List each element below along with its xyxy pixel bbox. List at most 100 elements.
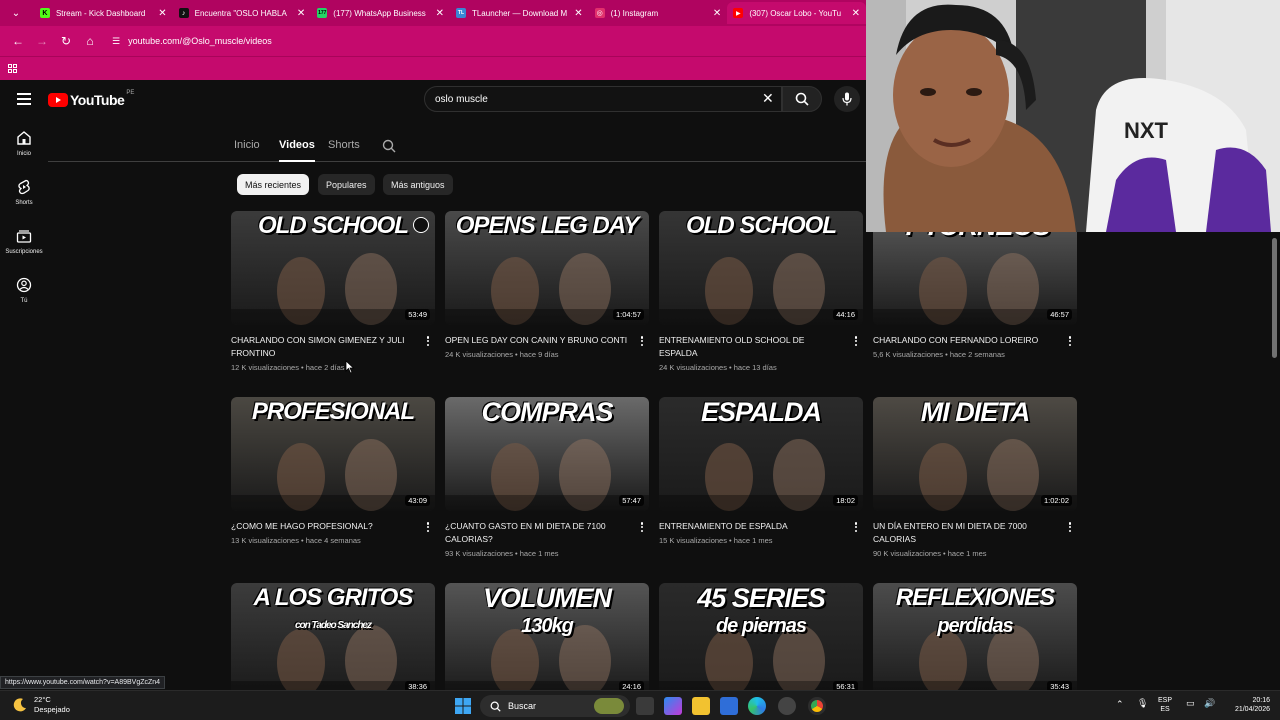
video-card[interactable]: A LOS GRITOS con Tadeo Sanchez 38:36 [231,583,435,697]
reload-icon[interactable]: ↻ [56,31,76,51]
volume-icon[interactable]: 🔊 [1204,699,1215,708]
clock[interactable]: 20:16 21/04/2026 [1224,696,1270,714]
tab-search-chevron-icon[interactable]: ⌄ [8,5,24,21]
more-actions-icon[interactable] [1065,520,1075,534]
site-info-icon[interactable]: ☰ [112,36,120,47]
video-card[interactable]: MI DIETA 1:02:02 UN DÍA ENTERO EN MI DIETA… [873,397,1077,558]
webcam-overlay: NXT [866,0,1280,232]
video-card[interactable]: PROFESIONAL 43:09 ¿COMO ME HAGO PROFESIONA… [231,397,435,545]
tab-videos[interactable]: Videos [279,139,315,162]
back-arrow-icon[interactable]: ← [8,31,28,51]
video-title[interactable]: CHARLANDO CON SIMON GIMENEZ Y JULI FRONT… [231,334,435,360]
file-explorer-icon[interactable] [692,697,710,715]
video-card[interactable]: VOLUMEN 130kg 24:16 [445,583,649,697]
video-thumbnail[interactable]: OPENS LEG DAY 1:04:57 [445,211,649,325]
bookmarks-bar [0,56,866,80]
rail-item-inicio[interactable]: Inicio [0,130,48,174]
apps-grid-icon[interactable] [8,64,17,73]
video-thumbnail[interactable]: OLD SCHOOL 44:16 [659,211,863,325]
more-actions-icon[interactable] [637,334,647,348]
video-card[interactable]: OPENS LEG DAY 1:04:57 OPEN LEG DAY con CAN… [445,211,649,359]
video-title[interactable]: CHARLANDO CON FERNANDO LOREIRO [873,334,1077,347]
video-card[interactable]: REFLEXIONES perdidas 35:43 [873,583,1077,697]
video-card[interactable]: OLD SCHOOL 53:49 CHARLANDO CON SIMON GIMEN… [231,211,435,372]
close-tab-icon[interactable]: ✕ [574,8,582,19]
tab-instagram[interactable]: ◎ (1) Instagram ✕ [589,2,728,24]
moon-icon [13,698,26,712]
instagram-favicon-icon: ◎ [594,8,605,18]
rail-item-suscripciones[interactable]: Suscripciones [0,228,48,272]
scrollbar-thumb[interactable] [1272,238,1277,358]
edge-icon[interactable] [748,697,766,715]
more-actions-icon[interactable] [637,520,647,534]
microsoft-store-icon[interactable] [720,697,738,715]
more-actions-icon[interactable] [423,520,433,534]
more-actions-icon[interactable] [423,334,433,348]
video-card[interactable]: COMPRAS 57:47 ¿CUANTO GASTO EN MI DIETA DE… [445,397,649,558]
video-title[interactable]: OPEN LEG DAY con CANIN y BRUNO CONTI [445,334,649,347]
language-indicator[interactable]: ESP ES [1158,696,1172,714]
channel-search-icon[interactable] [382,139,396,153]
watch-later-clock-icon[interactable] [413,217,429,233]
search-icon [490,701,501,712]
video-title[interactable]: ¿CUANTO GASTO EN MI DIETA DE 7100 CALORI… [445,520,649,546]
video-thumbnail[interactable]: MI DIETA 1:02:02 [873,397,1077,511]
tray-overflow-chevron-icon[interactable]: ⌃ [1116,700,1124,709]
rail-item-shorts[interactable]: Shorts [0,179,48,223]
tab-whatsapp[interactable]: 177 (177) WhatsApp Business ✕ [311,2,450,24]
video-title[interactable]: ENTRENAMIENTO DE ESPALDA [659,520,863,533]
youtube-logo[interactable]: YouTube PE [48,90,134,108]
video-title[interactable]: ENTRENAMIENTO OLD SCHOOL DE ESPALDA [659,334,863,360]
svg-text:NXT: NXT [1124,118,1169,143]
microphone-tray-icon[interactable]: 🎙 [1137,699,1148,708]
video-thumbnail[interactable]: VOLUMEN 130kg 24:16 [445,583,649,697]
rail-item-tu[interactable]: Tú [0,277,48,321]
taskbar-search[interactable]: Buscar [480,695,630,717]
close-tab-icon[interactable]: ✕ [713,8,721,19]
close-tab-icon[interactable]: ✕ [297,8,305,19]
tab-shorts[interactable]: Shorts [328,139,360,151]
tab-tiktok[interactable]: ♪ Encuentra "OSLO HABLA ✕ [173,2,312,24]
video-thumbnail[interactable]: PROFESIONAL 43:09 [231,397,435,511]
chip-mas-recientes[interactable]: Más recientes [237,174,310,195]
close-tab-icon[interactable]: ✕ [158,8,166,19]
clear-search-icon[interactable]: ✕ [762,90,774,106]
video-card[interactable]: OLD SCHOOL 44:16 ENTRENAMIENTO OLD SCHOOL … [659,211,863,372]
network-icon[interactable]: ▭ [1186,699,1195,708]
video-thumbnail[interactable]: ESPALDA 18:02 [659,397,863,511]
copilot-icon[interactable] [664,697,682,715]
video-thumbnail[interactable]: 45 SERIES de piernas 56:31 [659,583,863,697]
chip-mas-antiguos[interactable]: Más antiguos [383,174,453,195]
video-card[interactable]: ESPALDA 18:02 ENTRENAMIENTO DE ESPALDA 15 K… [659,397,863,545]
video-thumbnail[interactable]: OLD SCHOOL 53:49 [231,211,435,325]
chrome-icon[interactable] [808,697,826,715]
more-actions-icon[interactable] [1065,334,1075,348]
video-title[interactable]: ¿COMO ME HAGO PROFESIONAL? [231,520,435,533]
weather-widget[interactable]: 22°C Despejado [12,695,70,715]
video-title[interactable]: UN DÍA ENTERO EN MI DIETA DE 7000 CALORI… [873,520,1077,546]
tab-youtube-active[interactable]: ▶ (307) Oscar Lobo - YouTu ✕ [727,2,866,24]
more-actions-icon[interactable] [851,520,861,534]
windows-start-icon[interactable] [454,697,472,715]
chip-populares[interactable]: Populares [318,174,375,195]
search-input[interactable]: oslo muscle [424,86,782,112]
home-icon[interactable]: ⌂ [80,31,100,51]
video-thumbnail[interactable]: COMPRAS 57:47 [445,397,649,511]
tab-kick-dashboard[interactable]: K Stream - Kick Dashboard ✕ [34,2,173,24]
video-thumbnail[interactable]: A LOS GRITOS con Tadeo Sanchez 38:36 [231,583,435,697]
search-button[interactable] [782,86,822,112]
address-bar[interactable]: ☰ youtube.com/@Oslo_muscle/videos [112,36,272,47]
forward-arrow-icon[interactable]: → [32,31,52,51]
video-thumbnail[interactable]: REFLEXIONES perdidas 35:43 [873,583,1077,697]
voice-search-button[interactable] [834,86,860,112]
close-tab-icon[interactable]: ✕ [852,8,860,19]
settings-gear-icon[interactable] [778,697,796,715]
tab-inicio[interactable]: Inicio [234,139,260,151]
more-actions-icon[interactable] [851,334,861,348]
tab-tlauncher[interactable]: TL TLauncher — Download M ✕ [450,2,589,24]
video-card[interactable]: 45 SERIES de piernas 56:31 [659,583,863,697]
task-view-icon[interactable] [636,697,654,715]
close-tab-icon[interactable]: ✕ [436,8,444,19]
hamburger-menu-icon[interactable] [17,93,31,105]
video-card[interactable]: Y TORNEOS46:57CHARLANDO CON FERNANDO LOR… [873,211,1077,359]
